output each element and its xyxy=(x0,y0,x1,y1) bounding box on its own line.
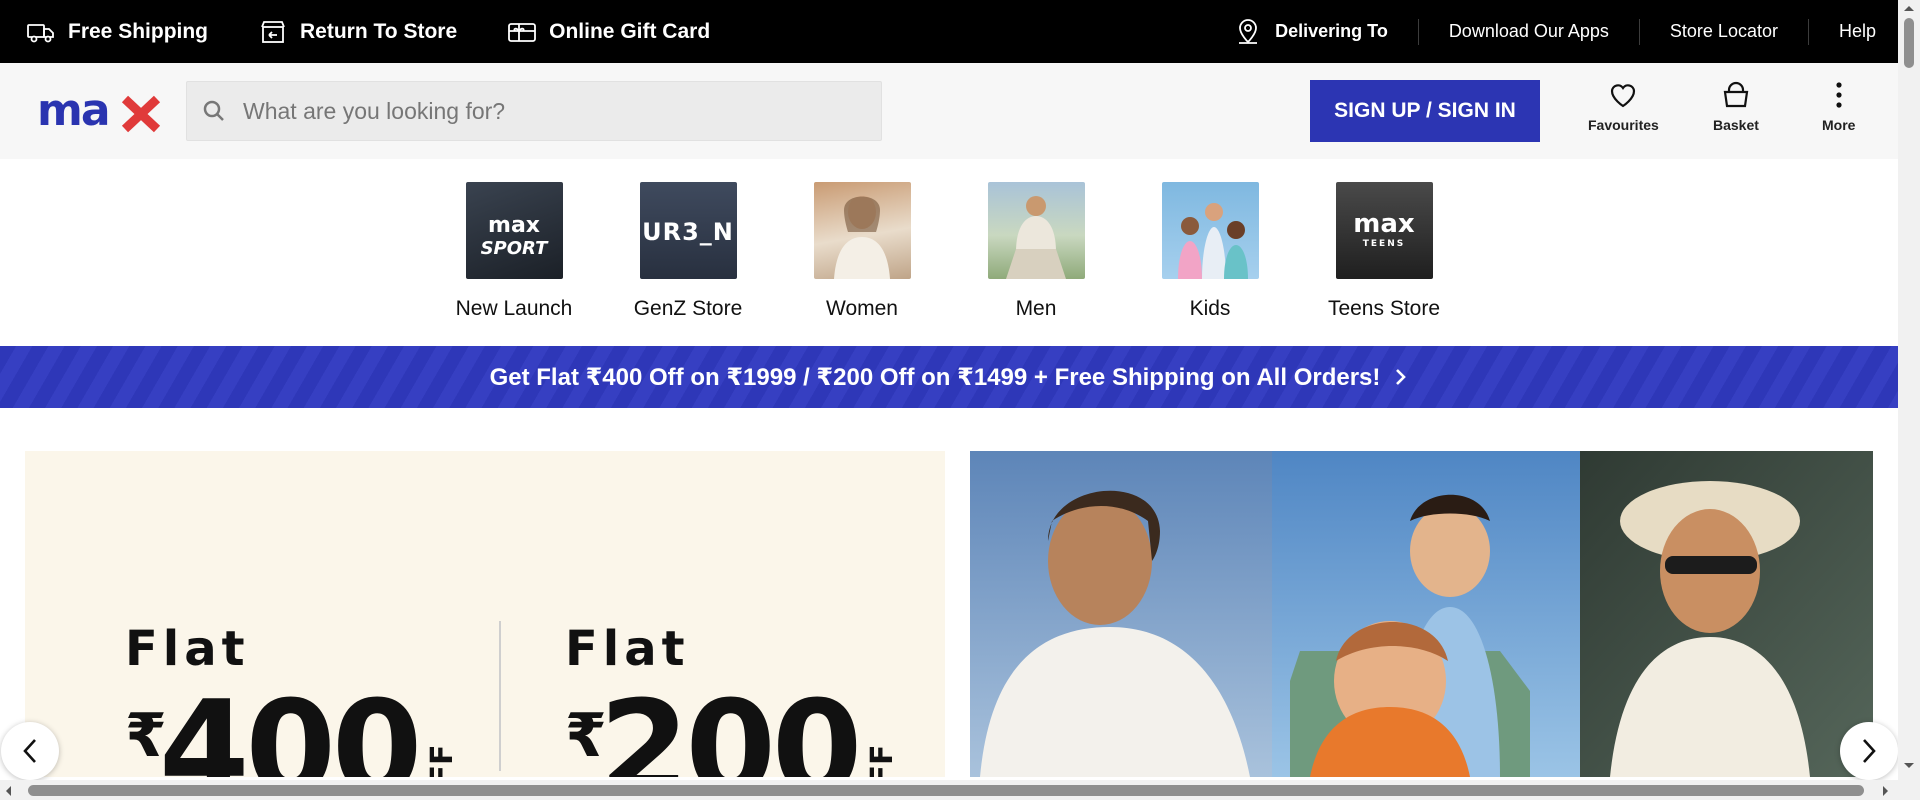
offer-200-amount: 200 xyxy=(599,672,862,777)
truck-icon xyxy=(27,23,54,42)
offer-400-amount: 400 xyxy=(159,672,422,777)
offer-400-flat: Flat xyxy=(125,621,250,677)
category-strip: max SPORT New Launch UR3_N GenZ Store Wo… xyxy=(0,159,1898,346)
chevron-right-icon xyxy=(1396,369,1407,385)
location-pin-icon xyxy=(1239,18,1258,44)
category-label: Kids xyxy=(1189,297,1231,320)
category-label: Women xyxy=(826,297,898,320)
kebab-menu-icon xyxy=(1836,82,1842,108)
vertical-scroll-thumb[interactable] xyxy=(1904,18,1914,68)
gift-card-link[interactable]: Online Gift Card xyxy=(507,17,710,47)
carousel-prev-button[interactable] xyxy=(1,722,59,780)
offer-panel: Flat ₹ 400 OFF Flat ₹ 200 OFF xyxy=(25,451,945,777)
delivering-to-link[interactable]: Delivering To xyxy=(1203,18,1419,45)
max-logo-icon: ma xyxy=(37,85,161,136)
svg-text:TEENS: TEENS xyxy=(1362,239,1404,249)
chevron-left-icon xyxy=(23,739,36,763)
category-women[interactable]: Women xyxy=(792,182,932,321)
favourites-button[interactable]: Favourites xyxy=(1588,79,1659,133)
main-header: ma SIGN UP / SIGN IN Favourites Basket M… xyxy=(0,63,1898,159)
topbar-right: Delivering To Download Our Apps Store Lo… xyxy=(1203,0,1876,63)
free-shipping-label: Free Shipping xyxy=(68,19,209,43)
category-label: Teens Store xyxy=(1327,297,1441,320)
scroll-right-icon xyxy=(1883,786,1888,796)
scroll-left-icon xyxy=(6,786,11,796)
hero-photo-icon xyxy=(970,451,1873,777)
promo-text: Get Flat ₹400 Off on ₹1999 / ₹200 Off on… xyxy=(489,363,1381,391)
sign-in-button[interactable]: SIGN UP / SIGN IN xyxy=(1310,80,1540,142)
delivering-to-label: Delivering To xyxy=(1275,21,1388,41)
download-apps-link[interactable]: Download Our Apps xyxy=(1419,18,1640,45)
rupee-symbol: ₹ xyxy=(565,701,607,771)
urban-tile-icon: UR3_N xyxy=(639,182,737,279)
max-sport-tile-icon: max SPORT xyxy=(465,182,563,279)
chevron-right-icon xyxy=(1863,739,1876,763)
help-label: Help xyxy=(1838,21,1876,41)
max-logo[interactable]: ma xyxy=(37,85,161,138)
scroll-down-icon xyxy=(1904,763,1914,768)
basket-icon xyxy=(1723,81,1749,108)
scroll-up-icon xyxy=(1904,6,1914,11)
heart-icon xyxy=(1611,84,1636,108)
kids-photo-icon xyxy=(1161,182,1259,279)
carousel-next-button[interactable] xyxy=(1840,722,1898,780)
vertical-scrollbar[interactable] xyxy=(1898,0,1920,780)
category-genz-store[interactable]: UR3_N GenZ Store xyxy=(618,182,758,321)
favourites-label: Favourites xyxy=(1588,117,1659,133)
store-locator-link[interactable]: Store Locator xyxy=(1640,18,1809,45)
basket-button[interactable]: Basket xyxy=(1713,79,1759,133)
search-input[interactable] xyxy=(243,97,843,125)
category-label: GenZ Store xyxy=(633,297,743,320)
gift-card-icon xyxy=(508,22,537,42)
offer-400: Flat ₹ 400 OFF xyxy=(125,621,460,777)
promo-banner[interactable]: Get Flat ₹400 Off on ₹1999 / ₹200 Off on… xyxy=(0,346,1898,408)
gift-card-label: Online Gift Card xyxy=(549,19,711,43)
men-photo-icon xyxy=(987,182,1085,279)
svg-text:max: max xyxy=(1353,209,1415,239)
download-apps-label: Download Our Apps xyxy=(1448,21,1609,41)
max-teens-tile-icon: max TEENS xyxy=(1335,182,1433,279)
scrollbar-corner xyxy=(1898,780,1920,800)
hero-carousel[interactable]: Flat ₹ 400 OFF Flat ₹ 200 OFF xyxy=(25,451,1873,777)
category-kids[interactable]: Kids xyxy=(1140,182,1280,321)
search-icon xyxy=(203,100,224,121)
svg-text:ma: ma xyxy=(37,91,109,133)
basket-label: Basket xyxy=(1713,117,1759,133)
rupee-symbol: ₹ xyxy=(125,701,167,771)
horizontal-scroll-thumb[interactable] xyxy=(28,785,1864,796)
hero-lifestyle-image xyxy=(970,451,1873,777)
topbar-left: Free Shipping Return To Store Online Gif… xyxy=(26,0,710,63)
offer-200: Flat ₹ 200 OFF xyxy=(565,621,900,777)
top-utility-bar: Free Shipping Return To Store Online Gif… xyxy=(0,0,1898,63)
offer-divider xyxy=(499,621,501,771)
offer-400-off: OFF xyxy=(425,745,460,778)
svg-text:UR3_N: UR3_N xyxy=(642,218,734,246)
horizontal-scrollbar[interactable] xyxy=(0,780,1898,800)
store-return-icon xyxy=(261,20,285,43)
category-teens-store[interactable]: max TEENS Teens Store xyxy=(1314,182,1454,321)
offer-200-off: OFF xyxy=(865,745,900,778)
category-new-launch[interactable]: max SPORT New Launch xyxy=(444,182,584,321)
women-photo-icon xyxy=(813,182,911,279)
offer-200-flat: Flat xyxy=(565,621,690,677)
return-to-store-link[interactable]: Return To Store xyxy=(258,17,457,47)
category-men[interactable]: Men xyxy=(966,182,1106,321)
help-link[interactable]: Help xyxy=(1809,19,1876,45)
category-label: New Launch xyxy=(455,297,573,320)
more-label: More xyxy=(1822,117,1856,133)
store-locator-label: Store Locator xyxy=(1669,21,1778,41)
return-to-store-label: Return To Store xyxy=(300,19,458,43)
free-shipping-link[interactable]: Free Shipping xyxy=(26,17,208,47)
svg-text:max: max xyxy=(488,213,540,238)
more-button[interactable]: More xyxy=(1822,79,1855,133)
search-box[interactable] xyxy=(186,81,882,141)
svg-text:SPORT: SPORT xyxy=(480,238,549,259)
category-label: Men xyxy=(1015,297,1057,320)
